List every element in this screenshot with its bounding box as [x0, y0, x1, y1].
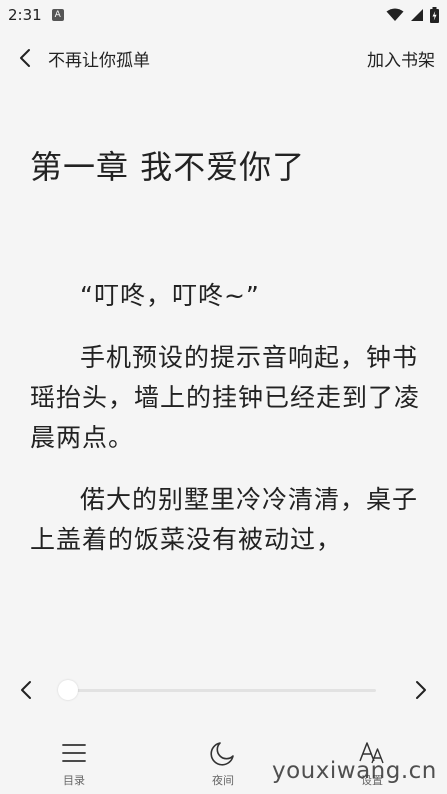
watermark: youxiwang.cn: [272, 758, 437, 784]
next-chapter-chevron-right-icon[interactable]: [409, 678, 433, 702]
catalog-label: 目录: [63, 774, 85, 787]
night-mode-button[interactable]: 夜间: [188, 738, 258, 788]
notification-badge-icon: A: [51, 9, 64, 21]
status-time: 2:31: [8, 6, 42, 24]
paragraph: 偌大的别墅里冷冷清清，桌子上盖着的饭菜没有被动过，: [30, 485, 419, 554]
paragraph: “叮咚，叮咚~”: [80, 281, 260, 310]
moon-icon: [208, 738, 238, 768]
progress-slider-thumb[interactable]: [58, 680, 78, 700]
chapter-progress-bar: [0, 668, 447, 712]
wifi-icon: [386, 8, 404, 22]
status-bar: 2:31 A: [0, 0, 447, 30]
chapter-content: “叮咚，叮咚~” 手机预设的提示音响起，钟书瑶抬头，墙上的挂钟已经走到了凌晨两点…: [30, 276, 422, 582]
signal-icon: [410, 8, 424, 22]
status-left: 2:31 A: [8, 6, 64, 24]
battery-icon: [430, 7, 439, 23]
progress-slider-track[interactable]: [68, 689, 376, 692]
back-chevron-left-icon[interactable]: [14, 47, 36, 69]
book-title: 不再让你孤单: [48, 50, 150, 71]
menu-icon: [59, 738, 89, 768]
top-left: 不再让你孤单: [14, 46, 150, 71]
prev-chapter-chevron-left-icon[interactable]: [14, 678, 38, 702]
paragraph: 手机预设的提示音响起，钟书瑶抬头，墙上的挂钟已经走到了凌晨两点。: [30, 343, 421, 452]
status-right: [386, 7, 439, 23]
add-to-shelf-button[interactable]: 加入书架: [367, 46, 435, 71]
catalog-button[interactable]: 目录: [39, 738, 109, 788]
night-mode-label: 夜间: [212, 774, 234, 787]
reader-top-bar: 不再让你孤单 加入书架: [0, 38, 447, 78]
chapter-title: 第一章 我不爱你了: [30, 148, 306, 186]
